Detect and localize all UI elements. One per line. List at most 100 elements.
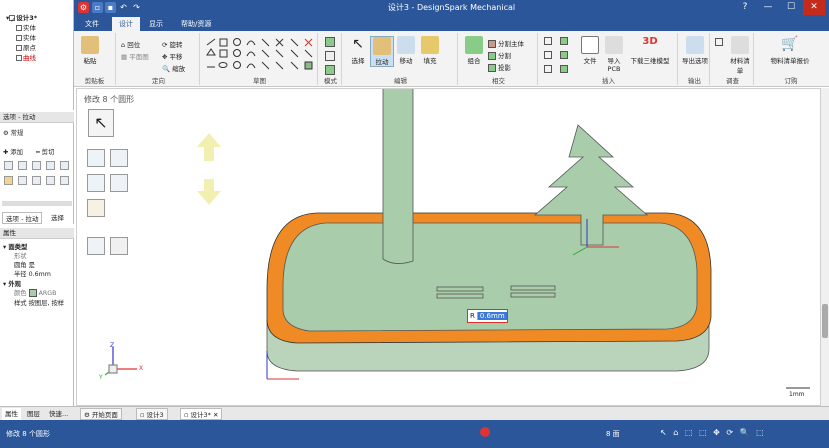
pull-up-arrow-icon[interactable] — [197, 133, 221, 161]
tree-checkbox[interactable] — [16, 35, 22, 41]
insert-tool-icon[interactable] — [544, 51, 554, 59]
pull-down-arrow-icon[interactable] — [197, 179, 221, 205]
file-icon — [581, 36, 599, 54]
bom-tool-icon[interactable] — [715, 38, 725, 46]
pull-option-icon[interactable] — [18, 176, 27, 185]
tab-layers[interactable]: 图层 — [24, 408, 43, 420]
insert-tool-icon[interactable] — [560, 65, 570, 73]
tree-item[interactable]: 实体 — [16, 32, 36, 42]
status-tools-icon[interactable]: ↖ ⌂ ⬚ ⬚ ✥ ⟳ 🔍 ⬚ — [660, 428, 766, 437]
tab-options-pull[interactable]: 选项 - 拉动 — [2, 212, 43, 224]
pan-button[interactable]: ✥ 平移 — [162, 51, 183, 61]
combine-button[interactable]: 组合 — [462, 36, 486, 65]
move-button[interactable]: 移动 — [394, 36, 418, 65]
model-canvas[interactable] — [77, 89, 822, 407]
tree-item[interactable]: 实体 — [16, 22, 36, 32]
rotate-button[interactable]: ⟳ 旋转 — [162, 39, 183, 49]
split-button[interactable]: 分割 — [488, 50, 511, 60]
tree-item[interactable]: 原点 — [16, 42, 36, 52]
fill-button[interactable]: 填充 — [418, 36, 442, 65]
pull-option-icon[interactable] — [4, 176, 13, 185]
import-pcb-button[interactable]: 导入PCB — [602, 36, 626, 73]
insert-group: 文件 导入PCB 3D 下载三维模型 插入 — [540, 33, 678, 85]
help-button[interactable]: ? — [734, 0, 756, 15]
sketch-group-label: 草图 — [253, 77, 266, 85]
tab-design3-active[interactable]: ▫ 设计3* ✕ — [180, 408, 223, 420]
tree-checkbox[interactable] — [16, 55, 22, 61]
tree-root[interactable]: ▾✓设计3* — [0, 12, 37, 24]
tree-checkbox[interactable]: ✓ — [9, 15, 16, 24]
sketch-tools-icon[interactable] — [205, 37, 315, 73]
tab-design3[interactable]: ▫ 设计3 — [136, 408, 168, 420]
pull-option-icon[interactable] — [46, 161, 55, 170]
tab-select[interactable]: 选择 — [48, 212, 67, 224]
style-row[interactable]: 样式 按图层, 按样 — [14, 298, 64, 307]
insert-file-button[interactable]: 文件 — [578, 36, 602, 65]
select-button[interactable]: ↖ 选择 — [346, 36, 370, 65]
tab-quick[interactable]: 快速... — [46, 408, 71, 420]
zoom-button[interactable]: 🔍 缩放 — [162, 63, 185, 73]
close-button[interactable]: ✕ — [803, 0, 825, 15]
download-3d-button[interactable]: 3D 下载三维模型 — [626, 36, 674, 65]
radius-row[interactable]: 半径 0.6mm — [14, 269, 51, 278]
bom-quote-button[interactable]: 🛒 物料清单报价 — [760, 36, 820, 65]
error-indicator-icon[interactable] — [480, 427, 490, 437]
pull-sweep-icon[interactable] — [87, 174, 105, 192]
insert-tool-icon[interactable] — [560, 37, 570, 45]
pull-button[interactable]: 拉动 — [370, 36, 394, 67]
project-button[interactable]: 投影 — [488, 62, 511, 72]
pull-option-icon[interactable] — [60, 176, 69, 185]
move-icon — [397, 36, 415, 54]
3d-mode-icon[interactable] — [325, 65, 335, 75]
world-axis-triad-icon — [104, 347, 137, 376]
scrollbar-thumb[interactable] — [822, 304, 828, 338]
tree-checkbox[interactable] — [16, 25, 22, 31]
select-tool-icon[interactable]: ↖ — [88, 109, 114, 137]
tree-item[interactable]: 曲线 — [16, 52, 36, 62]
tab-design[interactable]: 设计 — [112, 17, 140, 31]
pull-revolve-icon[interactable] — [110, 149, 128, 167]
output-group: 导出选项 输出 — [680, 33, 710, 85]
section-mode-icon[interactable] — [325, 51, 335, 61]
dimension-input[interactable]: R 0.6mm — [467, 309, 508, 323]
materials-list-button[interactable]: 材料清单 — [728, 36, 752, 75]
3d-viewport[interactable]: 修改 8 个圆形 ↖ Z X Y R 0.6mm 1mm — [76, 88, 821, 406]
add-button[interactable]: ✚ 添加 — [3, 147, 23, 156]
dimension-value[interactable]: 0.6mm — [477, 312, 507, 320]
insert-tool-icon[interactable] — [560, 51, 570, 59]
export-options-button[interactable]: 导出选项 — [682, 36, 708, 65]
tab-properties[interactable]: 属性 — [2, 408, 21, 420]
tab-help-resources[interactable]: 帮助/资源 — [174, 17, 218, 31]
pull-option-icon[interactable] — [18, 161, 27, 170]
viewport-scrollbar[interactable] — [821, 88, 829, 406]
tab-file[interactable]: 文件 — [78, 17, 106, 31]
pull-blend-icon[interactable] — [110, 174, 128, 192]
status-bar: 修改 8 个圆形 8 面 ↖ ⌂ ⬚ ⬚ ✥ ⟳ 🔍 ⬚ — [0, 420, 829, 448]
pull-option-icon[interactable] — [46, 176, 55, 185]
pull-option-icon[interactable] — [32, 176, 41, 185]
pull-option-icon[interactable] — [32, 161, 41, 170]
tab-start-page[interactable]: ⚙ 开始页面 — [80, 408, 122, 420]
options-scrollbar[interactable] — [2, 201, 72, 206]
split-body-button[interactable]: 分割主体 — [488, 38, 524, 48]
tab-display[interactable]: 显示 — [142, 17, 170, 31]
cut-button[interactable]: ━ 剪切 — [36, 147, 54, 156]
maximize-button[interactable]: ☐ — [780, 0, 802, 15]
insert-tool-icon[interactable] — [544, 37, 554, 45]
plane-view-button[interactable]: ▦ 平面图 — [121, 51, 149, 61]
post-cylinder[interactable] — [382, 89, 414, 264]
pull-pivot-icon[interactable] — [87, 199, 105, 217]
paste-button[interactable]: 粘贴 — [78, 36, 102, 65]
cancel-icon[interactable] — [110, 237, 128, 255]
pull-option-icon[interactable] — [4, 161, 13, 170]
intersect-group: 组合 分割主体 分割 投影 相交 — [460, 33, 538, 85]
complete-icon[interactable] — [87, 237, 105, 255]
sketch-mode-icon[interactable] — [325, 37, 335, 47]
tree-checkbox[interactable] — [16, 45, 22, 51]
insert-tool-icon[interactable] — [544, 65, 554, 73]
color-row[interactable]: 颜色 ARGB — [14, 288, 57, 297]
pull-direction-icon[interactable] — [87, 149, 105, 167]
home-button[interactable]: ⌂ 回位 — [121, 39, 140, 49]
pull-option-icon[interactable] — [60, 161, 69, 170]
minimize-button[interactable]: — — [757, 0, 779, 15]
